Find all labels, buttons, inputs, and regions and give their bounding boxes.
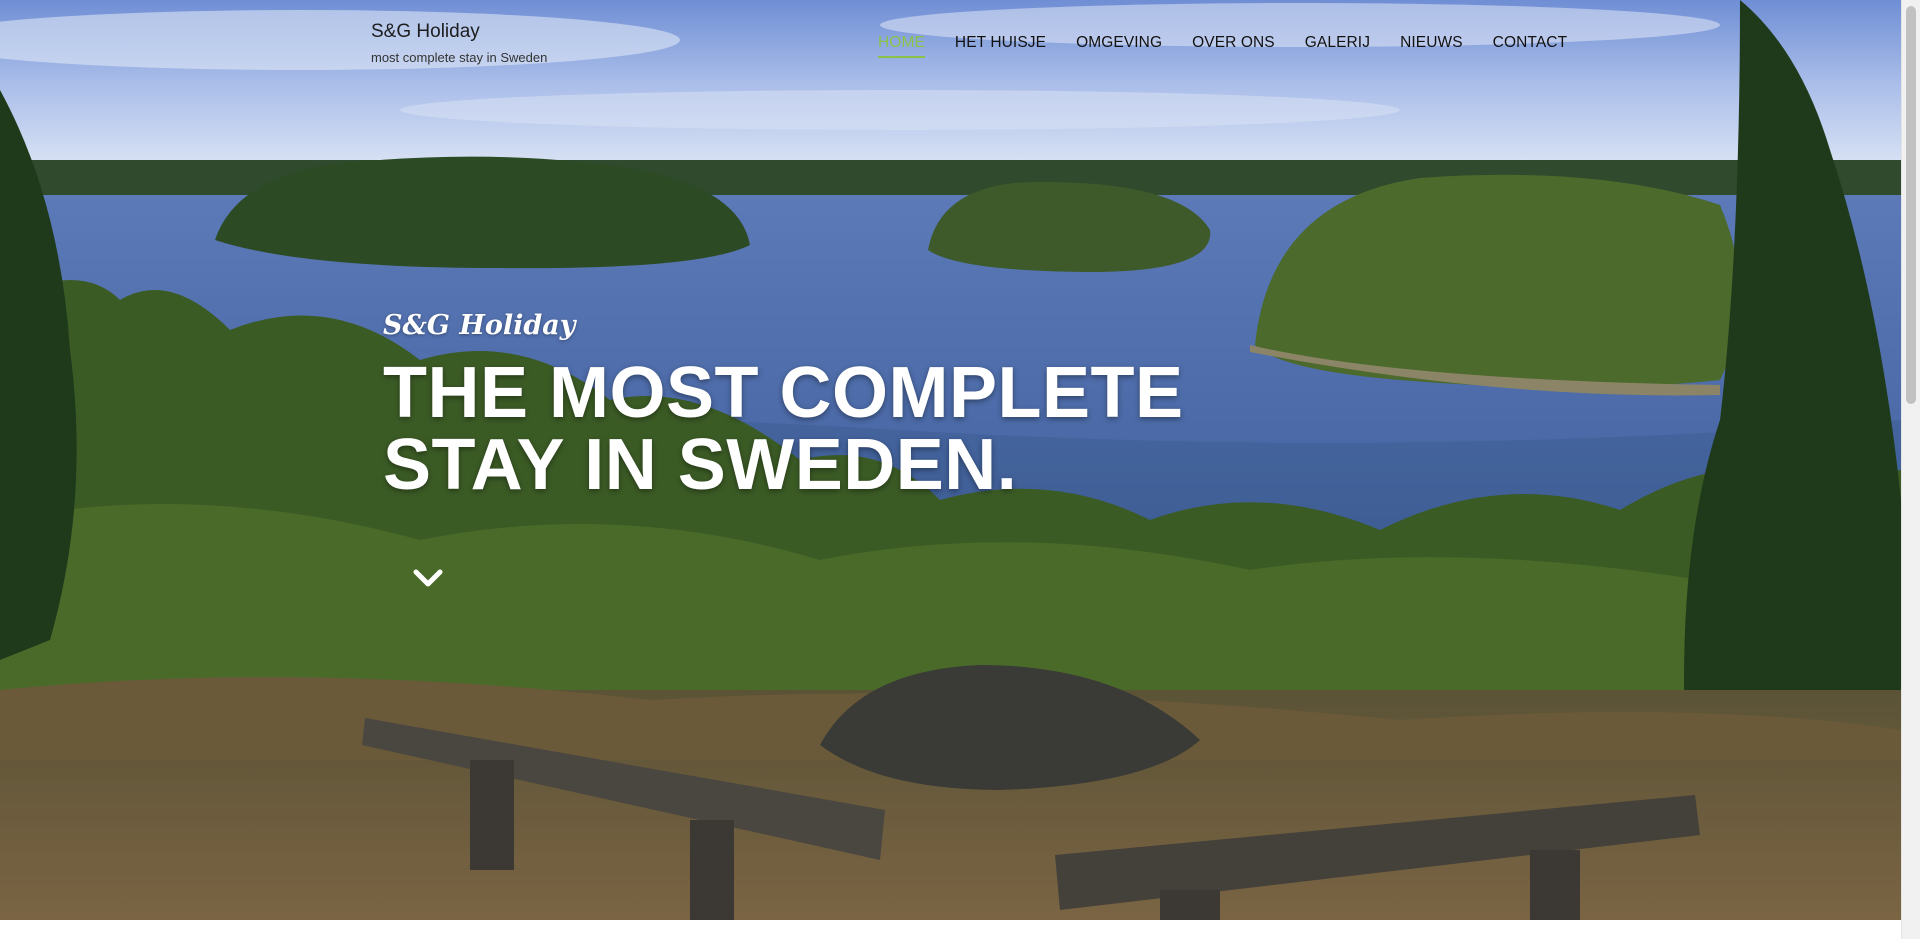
chevron-down-icon — [413, 569, 443, 587]
site-brand[interactable]: S&G Holiday most complete stay in Sweden — [371, 20, 547, 67]
vertical-scrollbar[interactable] — [1901, 0, 1920, 939]
scroll-down-button[interactable] — [410, 560, 446, 596]
page-bottom-strip — [0, 920, 1901, 939]
hero-headline-line2: STAY IN SWEDEN. — [383, 425, 1018, 505]
main-navigation: HOME HET HUISJE OMGEVING OVER ONS GALERI… — [878, 34, 1597, 58]
brand-tagline: most complete stay in Sweden — [371, 50, 548, 65]
nav-item-omgeving[interactable]: OMGEVING — [1076, 34, 1162, 58]
hero-script-title: S&G Holiday — [383, 310, 576, 341]
nav-item-galerij[interactable]: GALERIJ — [1305, 34, 1370, 58]
hero-headline: THE MOST COMPLETE STAY IN SWEDEN. — [383, 357, 1184, 501]
hero-headline-line1: THE MOST COMPLETE — [383, 353, 1184, 433]
hero-content: S&G Holiday THE MOST COMPLETE STAY IN SW… — [383, 309, 1184, 501]
nav-item-het-huisje[interactable]: HET HUISJE — [955, 34, 1046, 58]
nav-item-contact[interactable]: CONTACT — [1493, 34, 1567, 58]
nav-item-nieuws[interactable]: NIEUWS — [1400, 34, 1463, 58]
scrollbar-thumb[interactable] — [1906, 6, 1916, 404]
brand-name[interactable]: S&G Holiday — [371, 20, 547, 44]
nav-item-over-ons[interactable]: OVER ONS — [1192, 34, 1275, 58]
nav-item-home[interactable]: HOME — [878, 34, 925, 58]
